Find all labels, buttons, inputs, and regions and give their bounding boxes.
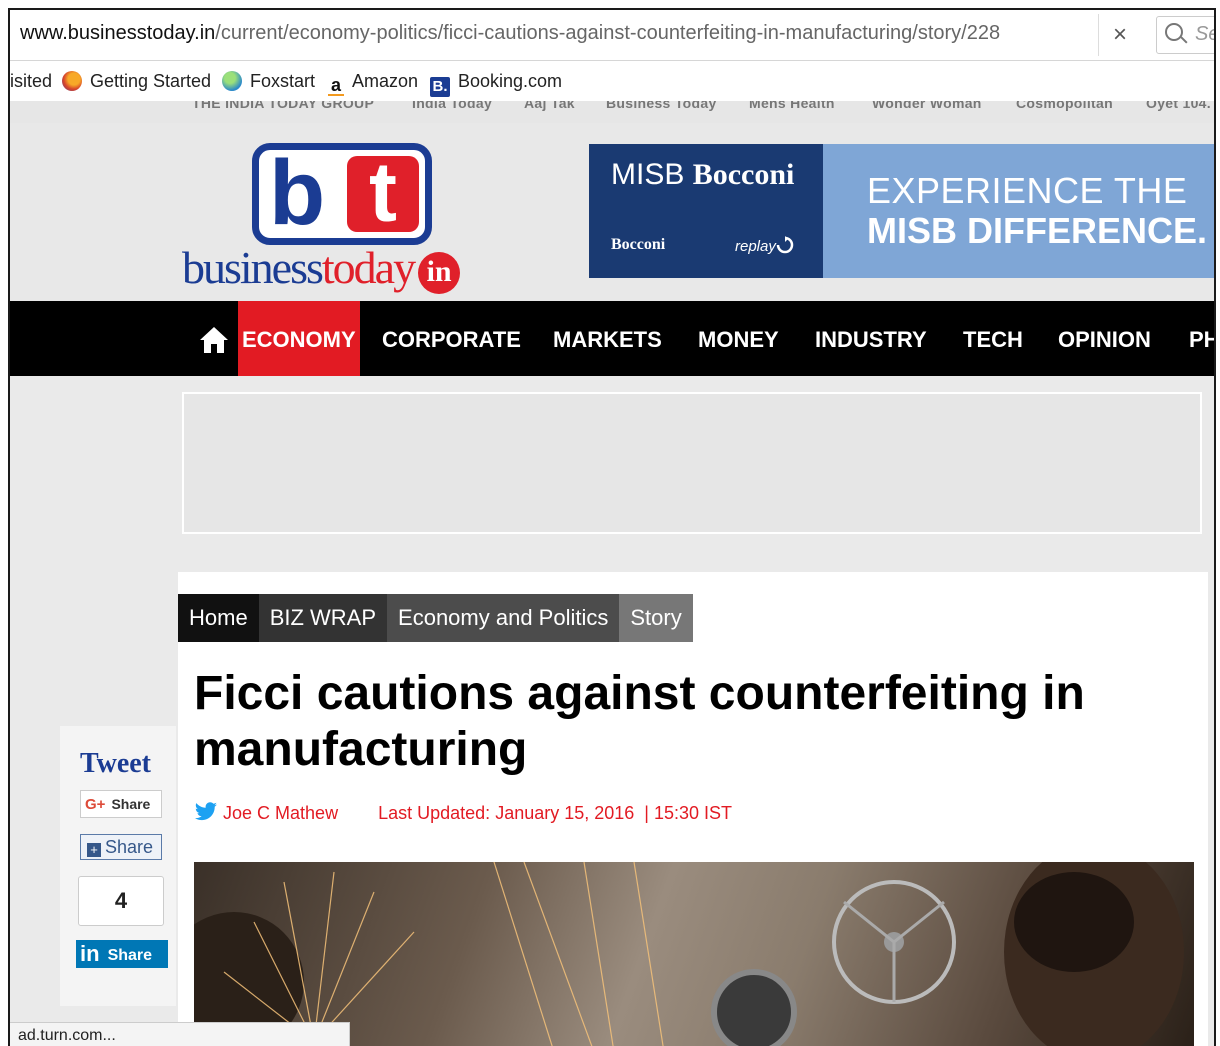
bookmark-label: Foxstart: [250, 71, 316, 91]
breadcrumb-home[interactable]: Home: [178, 594, 259, 642]
group-link[interactable]: Cosmopolitan: [1016, 101, 1113, 111]
bookmark-label: Getting Started: [90, 71, 212, 91]
bookmark-foxstart[interactable]: Foxstart: [222, 69, 315, 93]
group-sites-bar: THE INDIA TODAY GROUP India Today Aaj Ta…: [10, 101, 1214, 123]
search-placeholder: Se: [1195, 23, 1214, 45]
nav-item-corporate[interactable]: CORPORATE: [382, 301, 521, 376]
replay-icon: [776, 236, 794, 254]
nav-item-money[interactable]: MONEY: [698, 301, 779, 376]
status-bar: ad.turn.com...: [10, 1022, 350, 1046]
breadcrumb: Home BIZ WRAP Economy and Politics Story: [178, 594, 693, 642]
logo-wordmark: businesstoday in: [182, 241, 461, 294]
bookmark-booking[interactable]: B. Booking.com: [430, 69, 563, 97]
share-count: 4: [78, 876, 164, 926]
logo-word-today: today: [321, 242, 416, 293]
linkedin-icon: in: [80, 941, 100, 966]
logo-word-business: business: [182, 242, 324, 293]
group-link[interactable]: Oyet 104.: [1146, 101, 1211, 111]
main-nav: ECONOMY CORPORATE MARKETS MONEY INDUSTRY…: [10, 301, 1214, 376]
address-bar[interactable]: www.businesstoday.in/current/economy-pol…: [10, 10, 1214, 61]
nav-item-economy[interactable]: ECONOMY: [238, 301, 360, 376]
bookmark-amazon[interactable]: a Amazon: [328, 69, 419, 96]
ad-replay-text: replay: [735, 238, 776, 255]
group-link[interactable]: Wonder Woman: [872, 101, 982, 111]
bookmark-label: Booking.com: [458, 71, 563, 91]
amazon-icon: a: [328, 76, 344, 96]
nav-item-industry[interactable]: INDUSTRY: [815, 301, 927, 376]
author-link[interactable]: Joe C Mathew: [223, 803, 338, 823]
google-plus-share-label: Share: [111, 796, 151, 812]
search-input[interactable]: Se: [1156, 16, 1214, 54]
share-rail: Tweet G+ Share + Share 4 in Share: [60, 726, 176, 1006]
firefox-icon: [62, 71, 82, 91]
nav-item-opinion[interactable]: OPINION: [1058, 301, 1151, 376]
breadcrumb-biz-wrap[interactable]: BIZ WRAP: [258, 594, 388, 642]
ad-bocconi-logo: Bocconi: [611, 236, 666, 253]
logo-in-badge: in: [418, 252, 461, 294]
google-plus-icon: G+: [85, 796, 106, 813]
site-header: b t businesstoday in MISB Bocconi Bocconi…: [10, 123, 1214, 301]
bookmark-label: isited: [10, 71, 53, 91]
bookmark-getting-started[interactable]: Getting Started: [62, 69, 211, 93]
logo-badge: b t: [252, 143, 432, 245]
group-link[interactable]: Business Today: [606, 101, 717, 111]
ad-line-1: EXPERIENCE THE: [867, 170, 1188, 211]
bookmark-most-visited[interactable]: isited: [10, 69, 52, 93]
group-link[interactable]: Aaj Tak: [524, 101, 575, 111]
bookmarks-toolbar: isited Getting Started Foxstart a Amazon …: [10, 61, 1214, 101]
clear-url-button[interactable]: ×: [1098, 14, 1141, 56]
ad-misb-title: MISB Bocconi: [611, 158, 794, 192]
group-link[interactable]: India Today: [412, 101, 492, 111]
url-host: www.businesstoday.in: [20, 22, 216, 44]
globe-icon: [222, 71, 242, 91]
ad-placeholder: [182, 392, 1202, 534]
nav-item-ph[interactable]: PH: [1189, 301, 1214, 376]
ad-misb-bold: Bocconi: [692, 158, 795, 191]
nav-item-tech[interactable]: TECH: [963, 301, 1023, 376]
group-link[interactable]: THE INDIA TODAY GROUP: [192, 101, 374, 111]
logo-letter-b: b: [269, 142, 326, 244]
twitter-icon: [195, 802, 217, 821]
ad-brand-panel: MISB Bocconi Bocconi replay: [589, 144, 823, 278]
ad-line-2: MISB DIFFERENCE.: [867, 210, 1208, 251]
linkedin-share-button[interactable]: in Share: [76, 940, 168, 968]
browser-window: www.businesstoday.in/current/economy-pol…: [8, 8, 1216, 1046]
photo-illustration: [194, 862, 1184, 1046]
breadcrumb-story: Story: [619, 594, 693, 642]
logo-letter-t: t: [347, 150, 419, 234]
linkedin-share-label: Share: [107, 947, 153, 964]
bookmark-label: Amazon: [352, 71, 419, 91]
google-plus-share-button[interactable]: G+ Share: [80, 790, 162, 818]
ad-misb-plain: MISB: [611, 158, 693, 191]
article-byline: Joe C Mathew Last Updated: January 15, 2…: [194, 802, 732, 824]
url-text[interactable]: www.businesstoday.in/current/economy-pol…: [20, 22, 1085, 45]
plus-icon: +: [87, 843, 101, 857]
article-headline: Ficci cautions against counterfeiting in…: [194, 667, 1085, 776]
nav-item-markets[interactable]: MARKETS: [553, 301, 662, 376]
search-icon: [1165, 23, 1183, 41]
article: Home BIZ WRAP Economy and Politics Story…: [178, 572, 1208, 1046]
breadcrumb-economy-politics[interactable]: Economy and Politics: [387, 594, 620, 642]
share-label: Share: [105, 837, 154, 857]
ad-replay-logo: replay: [735, 236, 794, 255]
url-path: /current/economy-politics/ficci-cautions…: [215, 22, 1001, 44]
booking-icon: B.: [430, 77, 450, 97]
tweet-button[interactable]: Tweet: [80, 748, 151, 780]
home-icon[interactable]: [198, 325, 230, 355]
article-photo: [194, 862, 1194, 1046]
last-updated: Last Updated: January 15, 2016 | 15:30 I…: [378, 803, 733, 823]
group-link[interactable]: Mens Health: [749, 101, 835, 111]
share-button[interactable]: + Share: [80, 834, 162, 860]
banner-ad[interactable]: MISB Bocconi Bocconi replay EXPERIENCE T…: [589, 144, 1214, 278]
